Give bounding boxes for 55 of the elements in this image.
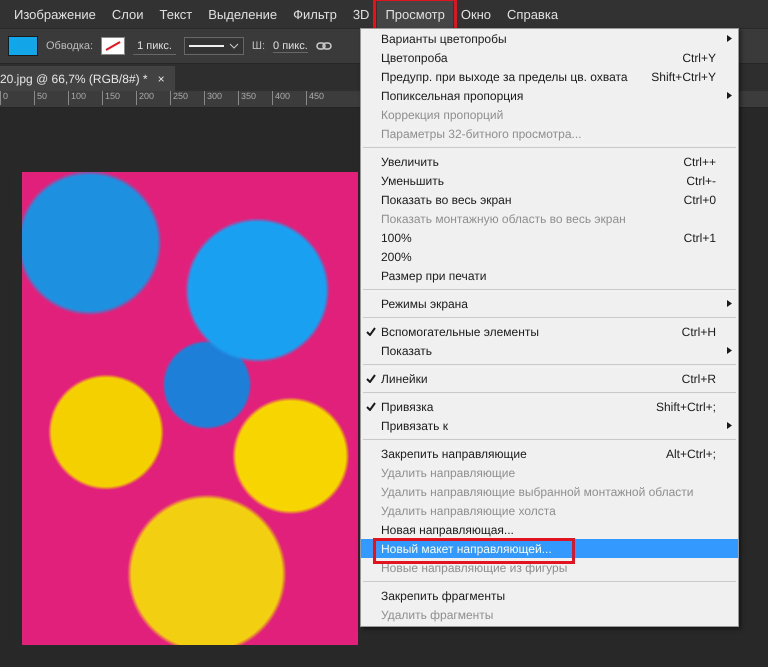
menu-item[interactable]: Размер при печати [361,266,738,285]
checkmark-icon [366,327,376,336]
menu-item[interactable]: Закрепить фрагменты [361,586,738,605]
ruler-label: 100 [68,91,102,105]
menu-item[interactable]: Уменьшить Ctrl+- [361,171,738,190]
close-icon[interactable]: × [158,72,165,86]
menu-item[interactable]: Показать [361,341,738,360]
ruler-label: 300 [204,91,238,105]
ruler-label: 350 [238,91,272,105]
menu-item[interactable]: Новая направляющая... [361,520,738,539]
document-tab[interactable]: 20.jpg @ 66,7% (RGB/8#) * × [0,66,175,91]
menu-item[interactable]: Предупр. при выходе за пределы цв. охвата Shift+Ctrl+Y [361,67,738,86]
menu-item[interactable]: Попиксельная пропорция [361,86,738,105]
line-style-dropdown[interactable] [184,37,244,55]
stroke-swatch[interactable] [101,37,126,55]
menu-bar-item[interactable]: Слои [104,0,152,28]
link-icon[interactable] [316,41,332,51]
menu-bar-item[interactable]: Фильтр [285,0,345,28]
ruler-label: 250 [170,91,204,105]
menu-item[interactable]: Привязка Shift+Ctrl+; [361,397,738,416]
submenu-arrow-icon [727,347,732,354]
menu-item[interactable]: Показать во весь экран Ctrl+0 [361,190,738,209]
submenu-arrow-icon [727,422,732,429]
ruler-label: 50 [34,91,68,105]
ruler-label: 0 [0,91,34,105]
menu-item[interactable]: Привязать к [361,416,738,435]
menu-item[interactable]: Вспомогательные элементы Ctrl+H [361,322,738,341]
submenu-arrow-icon [727,35,732,42]
menu-item[interactable]: Режимы экрана [361,294,738,313]
menu-bar-item[interactable]: Справка [499,0,566,28]
menu-item[interactable]: Закрепить направляющие Alt+Ctrl+; [361,444,738,463]
menu-item[interactable]: 200% [361,247,738,266]
menu-bar-item[interactable]: Окно [452,0,500,28]
checkmark-icon [366,402,376,411]
menu-bar-item[interactable]: Изображение [6,0,104,28]
menu-bar-item[interactable]: Текст [152,0,200,28]
menu-item[interactable]: Цветопроба Ctrl+Y [361,48,738,67]
stroke-label: Обводка: [46,40,94,52]
ruler-label: 450 [306,91,340,105]
submenu-arrow-icon [727,300,732,307]
menu-item[interactable]: Увеличить Ctrl++ [361,152,738,171]
width-label: Ш: [252,40,266,52]
fill-color-swatch[interactable] [8,36,38,56]
stroke-width-dropdown[interactable]: 1 пикс. [133,38,176,54]
ruler-label: 150 [102,91,136,105]
menu-item[interactable]: Варианты цветопробы [361,29,738,48]
ruler-label: 200 [136,91,170,105]
ruler-label: 400 [272,91,306,105]
menu-bar-item[interactable]: Выделение [200,0,286,28]
checkmark-icon [366,374,376,383]
menu-item[interactable]: 100% Ctrl+1 [361,228,738,247]
width-value[interactable]: 0 пикс. [273,40,308,52]
menu-bar-item[interactable]: 3D [344,0,378,28]
menu-item[interactable]: Линейки Ctrl+R [361,369,738,388]
submenu-arrow-icon [727,92,732,99]
